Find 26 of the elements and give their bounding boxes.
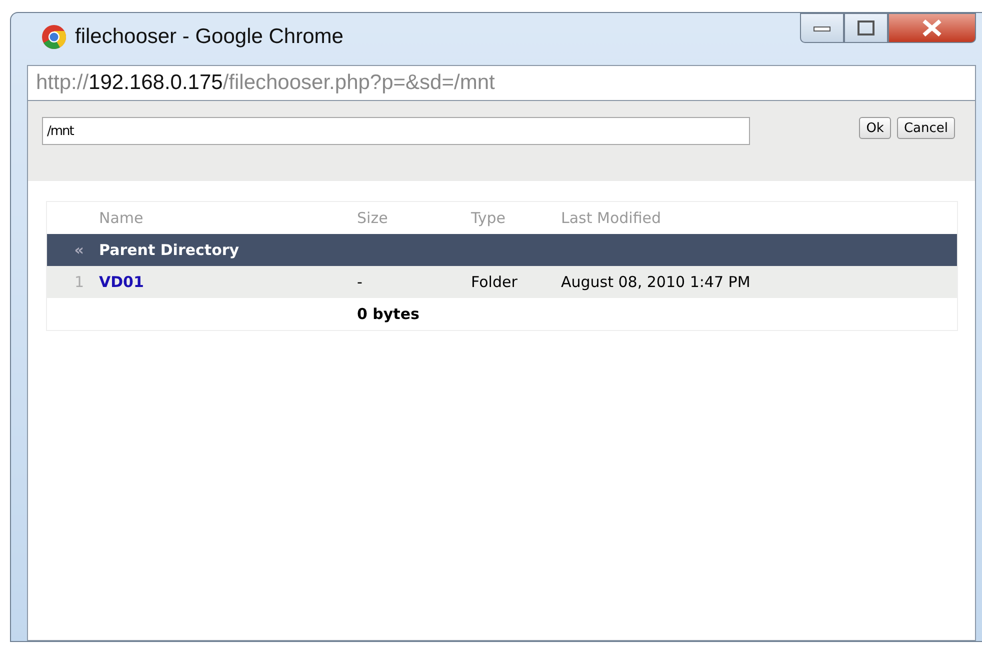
column-header: Size: [356, 202, 470, 234]
maximize-button[interactable]: [844, 13, 888, 43]
browser-logo-icon: [41, 24, 67, 50]
close-button[interactable]: [888, 13, 976, 43]
close-icon: [921, 18, 943, 38]
cancel-button[interactable]: Cancel: [896, 117, 955, 139]
column-header: Name: [98, 202, 356, 234]
window-title: filechooser - Google Chrome: [75, 25, 344, 49]
row-number: 1: [46, 266, 98, 298]
ok-button[interactable]: Ok: [859, 117, 891, 139]
back-marker: «: [74, 241, 84, 259]
table-cell: Folder: [470, 266, 560, 298]
minimize-button[interactable]: [800, 13, 844, 43]
file-row[interactable]: 1 VD01 - Folder August 08, 2010 1:47 PM: [46, 266, 958, 298]
minimize-icon: [813, 24, 831, 32]
address-bar[interactable]: http://192.168.0.175/filechooser.php?p=&sd=/mnt: [27, 65, 976, 101]
parent-directory-row[interactable]: « Parent Directory: [46, 234, 958, 266]
column-header: Type: [470, 202, 560, 234]
table-cell: -: [356, 266, 470, 298]
maximize-icon: [857, 20, 875, 36]
column-header: Last Modified: [560, 202, 958, 234]
folder-link[interactable]: VD01: [99, 273, 144, 291]
parent-directory-link[interactable]: Parent Directory: [99, 241, 240, 259]
total-size: 0 bytes: [356, 298, 470, 330]
path-field[interactable]: /mnt: [42, 117, 750, 145]
table-cell: August 08, 2010 1:47 PM: [560, 266, 958, 298]
